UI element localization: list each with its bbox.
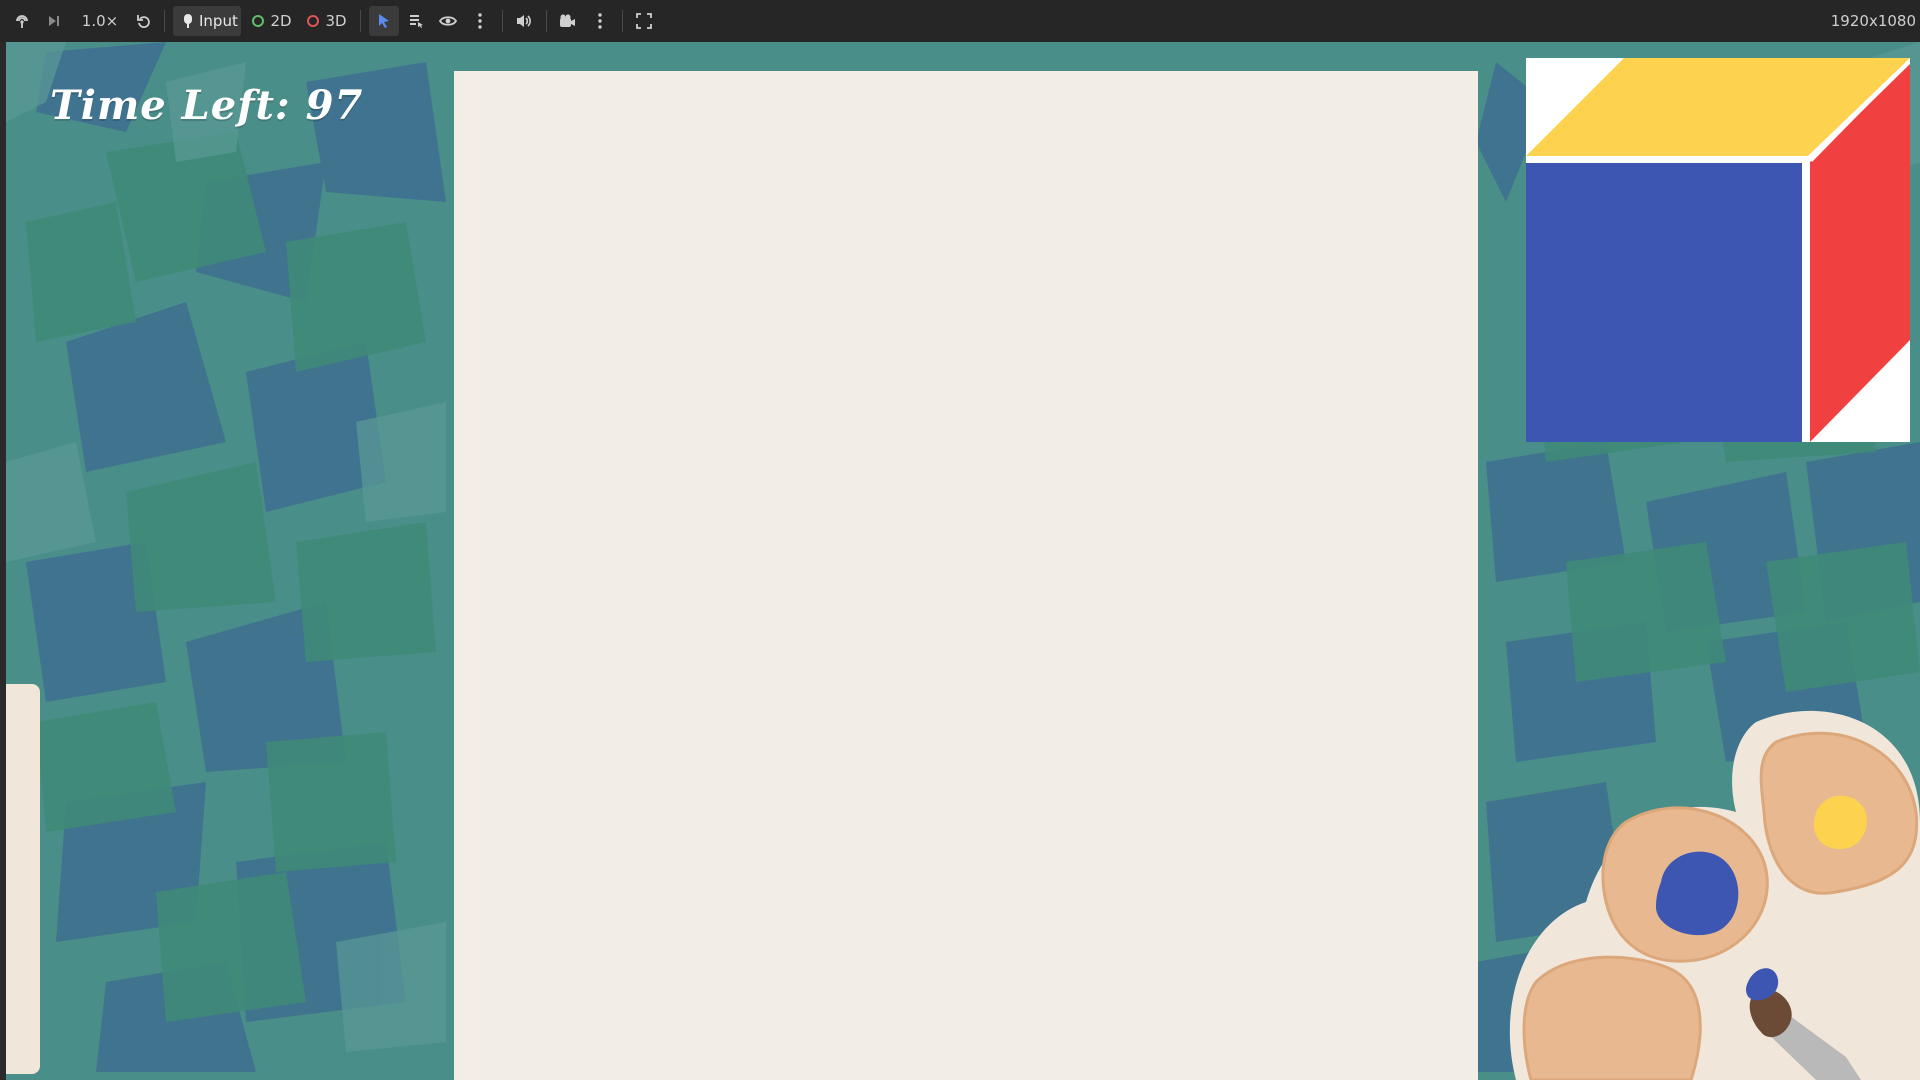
paint-well-empty[interactable] — [1522, 955, 1702, 1080]
circle-2d-icon — [252, 15, 265, 27]
layers-icon[interactable] — [404, 0, 428, 42]
toolbar-separator — [546, 10, 547, 32]
time-left-label: Time Left: 97 — [50, 82, 364, 129]
mode-3d-button[interactable]: 3D — [304, 0, 350, 42]
eye-icon[interactable] — [436, 0, 460, 42]
circle-3d-icon — [307, 15, 320, 27]
speed-button[interactable]: 1.0× — [78, 0, 122, 42]
toolbar-separator — [360, 10, 361, 32]
editor-toolbar: 1.0× Input 2D 3D 1920x1080 — [0, 0, 1920, 42]
toolbar-separator — [164, 10, 165, 32]
select-pointer-button[interactable] — [369, 6, 399, 36]
select-pointer-icon — [379, 14, 389, 28]
painting-canvas[interactable] — [454, 71, 1478, 1080]
more-vertical-icon[interactable] — [588, 0, 612, 42]
cube-front-face — [1526, 163, 1802, 442]
target-reference-image — [1526, 58, 1910, 442]
camera-icon[interactable] — [555, 0, 579, 42]
mode-2d-button[interactable]: 2D — [250, 0, 294, 42]
step-forward-icon[interactable] — [42, 0, 66, 42]
resolution-label: 1920x1080 — [1830, 12, 1916, 30]
toolbar-separator — [622, 10, 623, 32]
speaker-icon[interactable] — [512, 0, 536, 42]
speed-label: 1.0× — [81, 12, 119, 30]
game-viewport: Time Left: 97 — [6, 42, 1920, 1080]
reset-icon[interactable] — [132, 0, 156, 42]
paint-palette — [1509, 710, 1920, 1080]
toolbar-separator — [502, 10, 503, 32]
more-vertical-icon[interactable] — [468, 0, 492, 42]
fullscreen-icon[interactable] — [632, 0, 656, 42]
yellow-paint-blob — [1813, 795, 1867, 850]
paint-well-blue[interactable] — [1601, 806, 1769, 963]
mode-3d-label: 3D — [325, 12, 347, 30]
input-label: Input — [199, 12, 238, 30]
side-drawer-tab[interactable] — [6, 684, 40, 1074]
mode-2d-label: 2D — [270, 12, 292, 30]
input-icon — [184, 14, 192, 28]
input-toggle-button[interactable]: Input — [173, 6, 241, 36]
remote-debug-icon[interactable] — [10, 0, 34, 42]
